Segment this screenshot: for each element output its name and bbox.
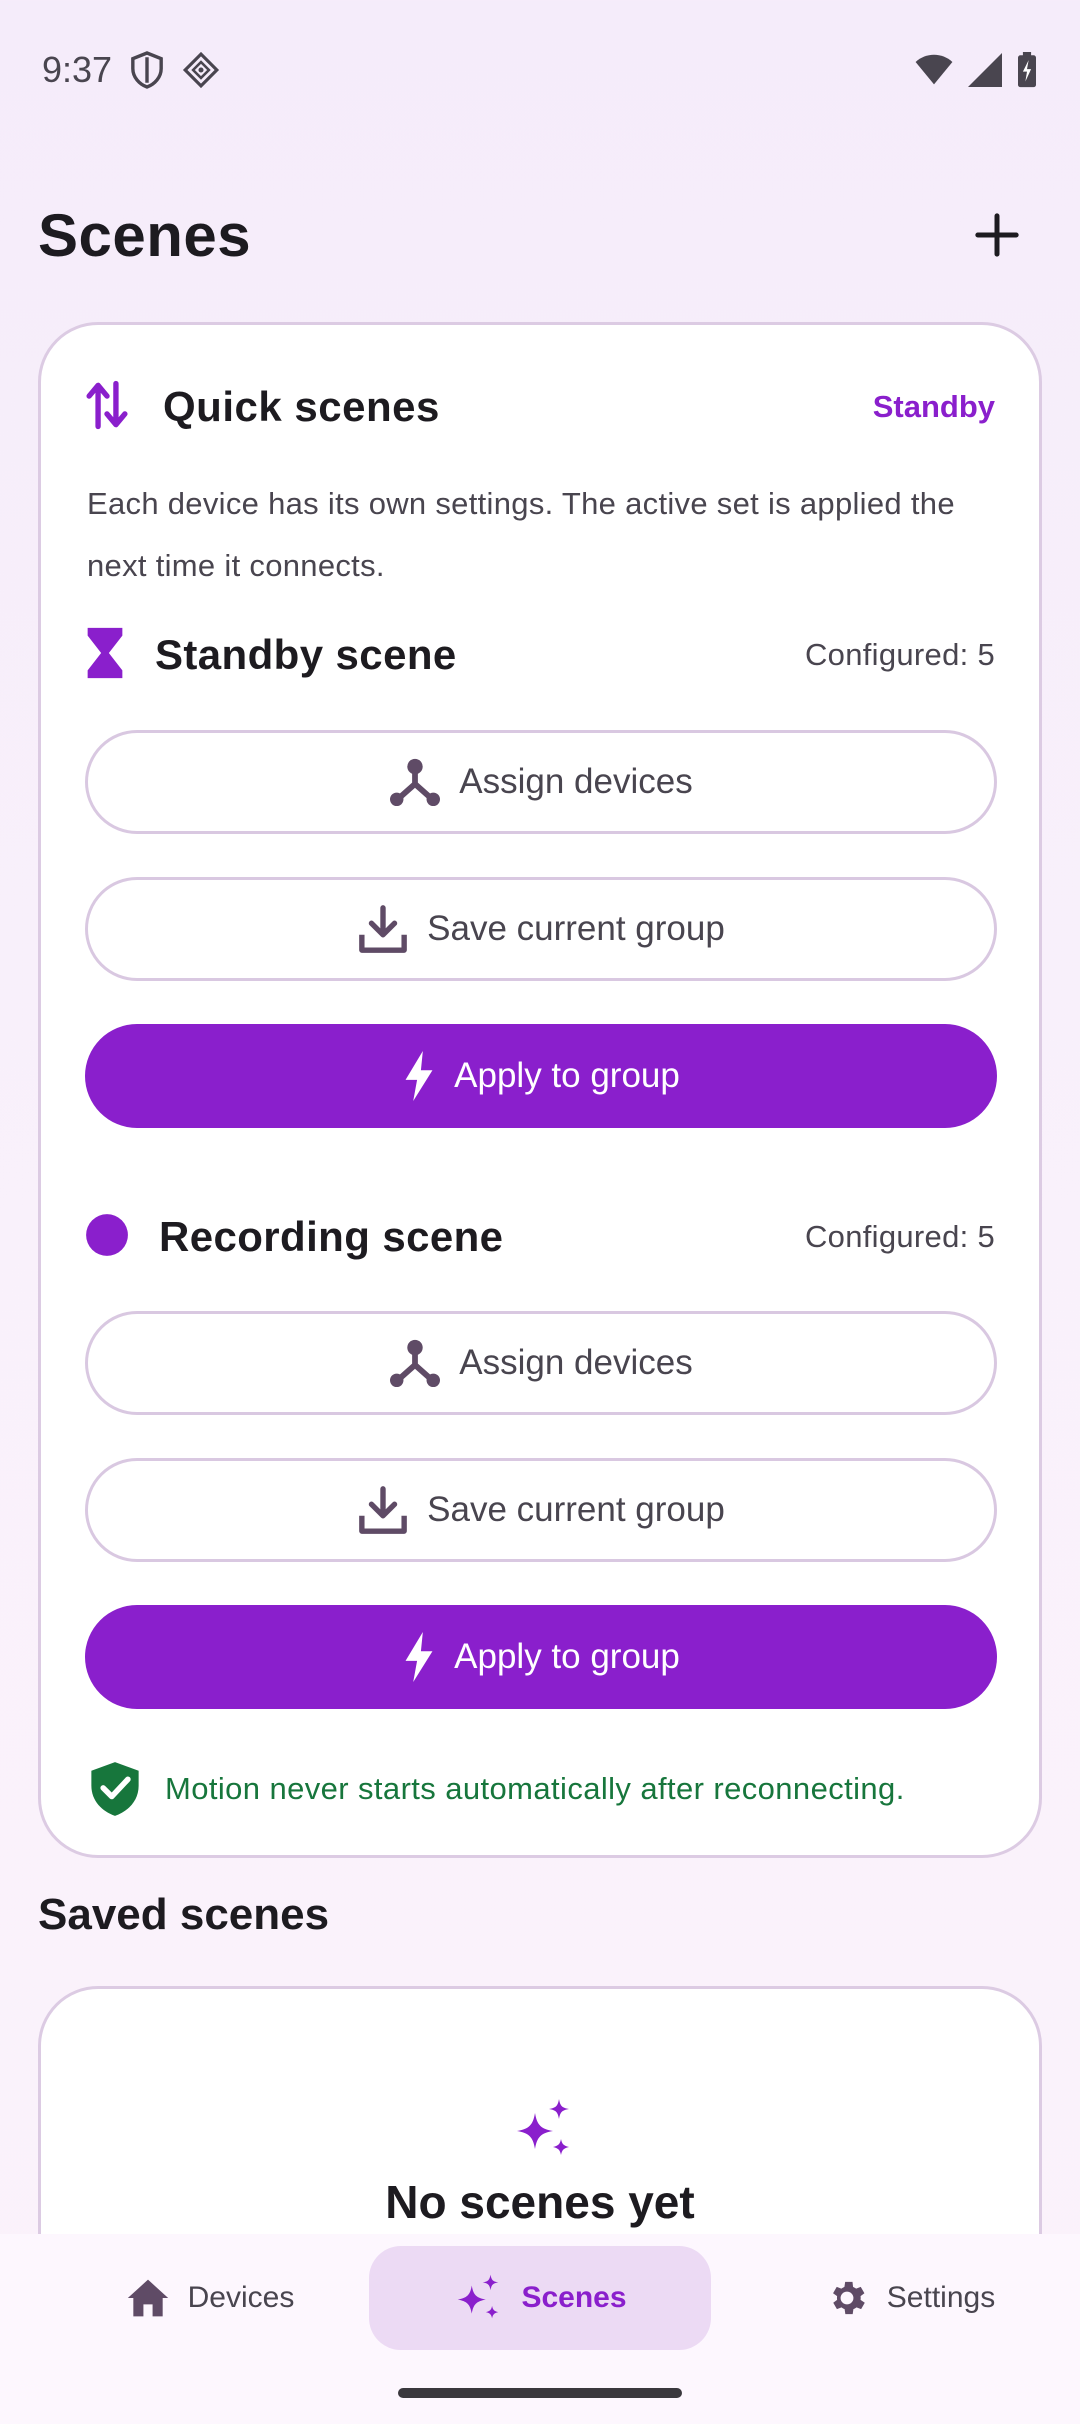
assign-devices-label: Assign devices — [459, 1343, 693, 1382]
save-current-group-label: Save current group — [427, 1490, 725, 1529]
quick-scenes-card: Quick scenes Standby Each device has its… — [38, 322, 1042, 1858]
shield-status-icon — [130, 51, 164, 89]
status-bar: 9:37 — [0, 0, 1080, 140]
device-hub-icon — [390, 758, 441, 807]
nav-devices[interactable]: Devices — [60, 2246, 360, 2350]
standby-scene-configured: Configured: 5 — [804, 637, 995, 672]
recording-scene-header: Recording scene Configured: 5 — [85, 1197, 995, 1277]
sparkle-icon — [511, 2097, 575, 2166]
save-current-group-label: Save current group — [427, 909, 725, 948]
device-hub-icon — [390, 1339, 441, 1388]
recording-save-current-group-button[interactable]: Save current group — [85, 1458, 997, 1562]
nav-settings-label: Settings — [886, 2281, 996, 2314]
bolt-icon — [405, 1051, 433, 1101]
add-scene-button[interactable] — [952, 190, 1042, 280]
standby-scene-header: Standby scene Configured: 5 — [85, 615, 995, 695]
standby-save-current-group-button[interactable]: Save current group — [85, 877, 997, 981]
swap-vertical-icon — [85, 380, 129, 435]
battery-charging-icon — [1016, 52, 1038, 88]
wifi-icon — [914, 54, 954, 86]
download-icon — [359, 1486, 408, 1534]
hourglass-icon — [85, 626, 125, 685]
nav-scenes[interactable]: Scenes — [369, 2246, 711, 2350]
record-dot-icon — [85, 1213, 129, 1262]
quick-scenes-status: Standby — [872, 389, 995, 424]
recording-apply-to-group-button[interactable]: Apply to group — [85, 1605, 997, 1709]
plus-icon — [975, 213, 1019, 257]
quick-scenes-title: Quick scenes — [163, 383, 440, 430]
saved-scenes-title: Saved scenes — [38, 1890, 330, 1939]
recording-assign-devices-button[interactable]: Assign devices — [85, 1311, 997, 1415]
gear-icon — [832, 2281, 865, 2315]
bolt-icon — [405, 1632, 433, 1682]
shield-check-icon — [91, 1762, 139, 1816]
status-right — [914, 52, 1038, 88]
page-title: Scenes — [38, 201, 252, 269]
sparkle-icon — [458, 2274, 499, 2319]
download-icon — [359, 905, 408, 953]
nav-scenes-label: Scenes — [521, 2281, 627, 2314]
nav-devices-label: Devices — [187, 2281, 295, 2314]
quick-scenes-header: Quick scenes Standby — [85, 365, 995, 449]
empty-state-title: No scenes yet — [385, 2176, 695, 2228]
recording-scene-configured: Configured: 5 — [804, 1219, 995, 1254]
status-time: 9:37 — [42, 49, 113, 90]
safety-note-text: Motion never starts automatically after … — [165, 1771, 905, 1806]
recording-scene-title: Recording scene — [159, 1213, 504, 1260]
assign-devices-label: Assign devices — [459, 762, 693, 801]
standby-assign-devices-button[interactable]: Assign devices — [85, 730, 997, 834]
cellular-signal-icon — [968, 53, 1002, 87]
app-header: Scenes — [0, 180, 1080, 290]
status-left: 9:37 — [42, 49, 220, 91]
standby-scene-title: Standby scene — [155, 631, 457, 678]
home-indicator[interactable] — [398, 2388, 682, 2398]
apply-to-group-label: Apply to group — [454, 1056, 680, 1095]
nav-settings[interactable]: Settings — [760, 2246, 1060, 2350]
safety-note: Motion never starts automatically after … — [89, 1753, 995, 1825]
quick-scenes-description: Each device has its own settings. The ac… — [87, 486, 955, 583]
bottom-navigation: Devices Scenes Settings — [0, 2234, 1080, 2424]
standby-apply-to-group-button[interactable]: Apply to group — [85, 1024, 997, 1128]
diamond-status-icon — [182, 51, 220, 89]
home-icon — [127, 2279, 168, 2317]
apply-to-group-label: Apply to group — [454, 1637, 680, 1676]
